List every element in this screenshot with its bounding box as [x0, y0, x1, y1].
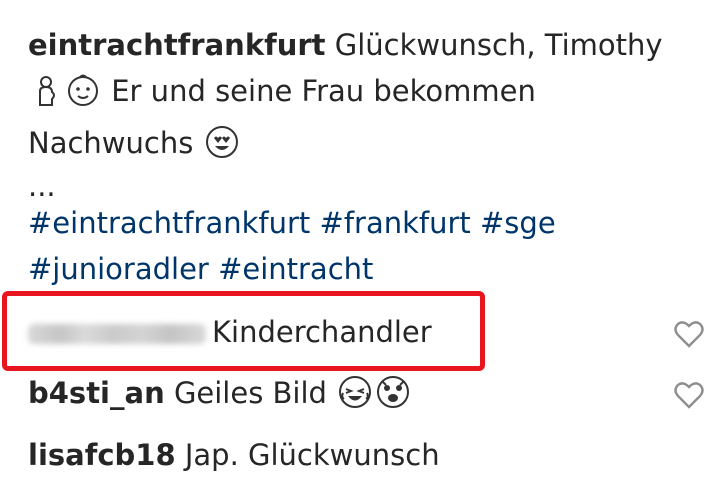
comment-row: b4sti_an Geiles Bild [28, 373, 718, 413]
pregnant-woman-icon [30, 74, 62, 120]
comment-row: Kinderchandler [28, 312, 718, 352]
hashtag-link[interactable]: #eintrachtfrankfurt [28, 206, 310, 240]
caption-text-2: Er und seine Frau bekommen Nachwuchs [28, 74, 536, 160]
hashtag-link[interactable]: #eintracht [218, 252, 373, 286]
baby-icon [66, 73, 100, 120]
caption-text-1: Glückwunsch, Timothy [334, 28, 663, 62]
caption-username[interactable]: eintrachtfrankfurt [28, 28, 326, 62]
comment-text: Kinderchandler [212, 315, 432, 349]
post-caption: eintrachtfrankfurt Glückwunsch, Timothy … [28, 22, 688, 292]
blurred-username [28, 324, 206, 344]
like-heart-icon[interactable] [674, 379, 704, 409]
comment-text: Jap. Glückwunsch [184, 438, 440, 472]
grinning-squint-icon [376, 375, 410, 419]
comment-text: Geiles Bild [173, 376, 327, 410]
hashtag-list: #eintrachtfrankfurt #frankfurt #sge #jun… [28, 200, 688, 292]
like-heart-icon[interactable] [674, 318, 704, 348]
hashtag-link[interactable]: #sge [480, 206, 556, 240]
comment-username[interactable]: b4sti_an [28, 376, 165, 410]
comment-row: lisafcb18 Jap. Glückwunsch [28, 435, 718, 475]
caption-ellipsis[interactable]: ... [28, 172, 688, 201]
hashtag-link[interactable]: #junioradler [28, 252, 209, 286]
hashtag-link[interactable]: #frankfurt [320, 206, 471, 240]
laughing-crying-icon [338, 375, 372, 419]
heart-eyes-icon [205, 125, 239, 172]
comment-username[interactable]: lisafcb18 [28, 438, 176, 472]
